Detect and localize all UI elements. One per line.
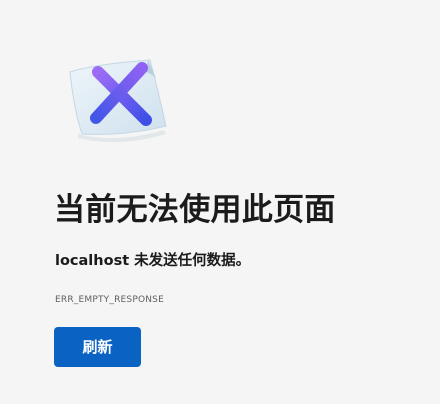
error-illustration xyxy=(56,50,176,146)
broken-page-x-icon xyxy=(69,59,167,143)
error-code: ERR_EMPTY_RESPONSE xyxy=(55,295,164,305)
page-title: 当前无法使用此页面 xyxy=(54,192,336,228)
reload-button[interactable]: 刷新 xyxy=(54,327,141,367)
error-summary: localhost 未发送任何数据。 xyxy=(55,253,251,269)
